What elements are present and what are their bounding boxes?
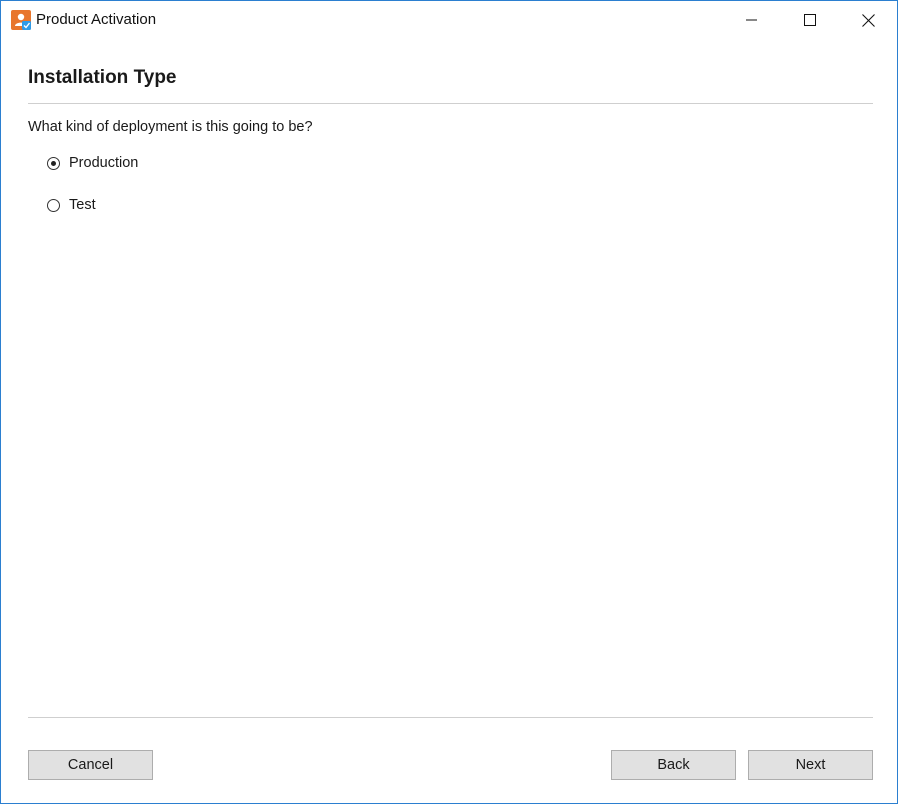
maximize-icon bbox=[804, 14, 816, 26]
test-radio[interactable] bbox=[47, 198, 60, 212]
deployment-question: What kind of deployment is this going to… bbox=[28, 119, 313, 135]
minimize-button[interactable] bbox=[723, 1, 781, 39]
back-button[interactable]: Back bbox=[611, 750, 736, 780]
cancel-button[interactable]: Cancel bbox=[28, 750, 153, 780]
header-divider bbox=[28, 103, 873, 104]
minimize-icon bbox=[746, 19, 757, 21]
footer-divider bbox=[28, 717, 873, 718]
page-title: Installation Type bbox=[28, 67, 177, 88]
product-activation-window: Product Activation Installation Type Wha… bbox=[0, 0, 898, 804]
test-option[interactable]: Test bbox=[47, 197, 96, 213]
product-activation-app-icon bbox=[11, 10, 31, 30]
production-label: Production bbox=[69, 155, 139, 171]
maximize-button[interactable] bbox=[781, 1, 839, 39]
title-bar[interactable]: Product Activation bbox=[1, 1, 897, 39]
production-radio[interactable] bbox=[47, 156, 60, 170]
close-icon bbox=[861, 13, 875, 27]
next-button[interactable]: Next bbox=[748, 750, 873, 780]
close-button[interactable] bbox=[839, 1, 897, 39]
test-label: Test bbox=[69, 197, 96, 213]
production-option[interactable]: Production bbox=[47, 155, 138, 171]
window-title: Product Activation bbox=[36, 11, 157, 28]
